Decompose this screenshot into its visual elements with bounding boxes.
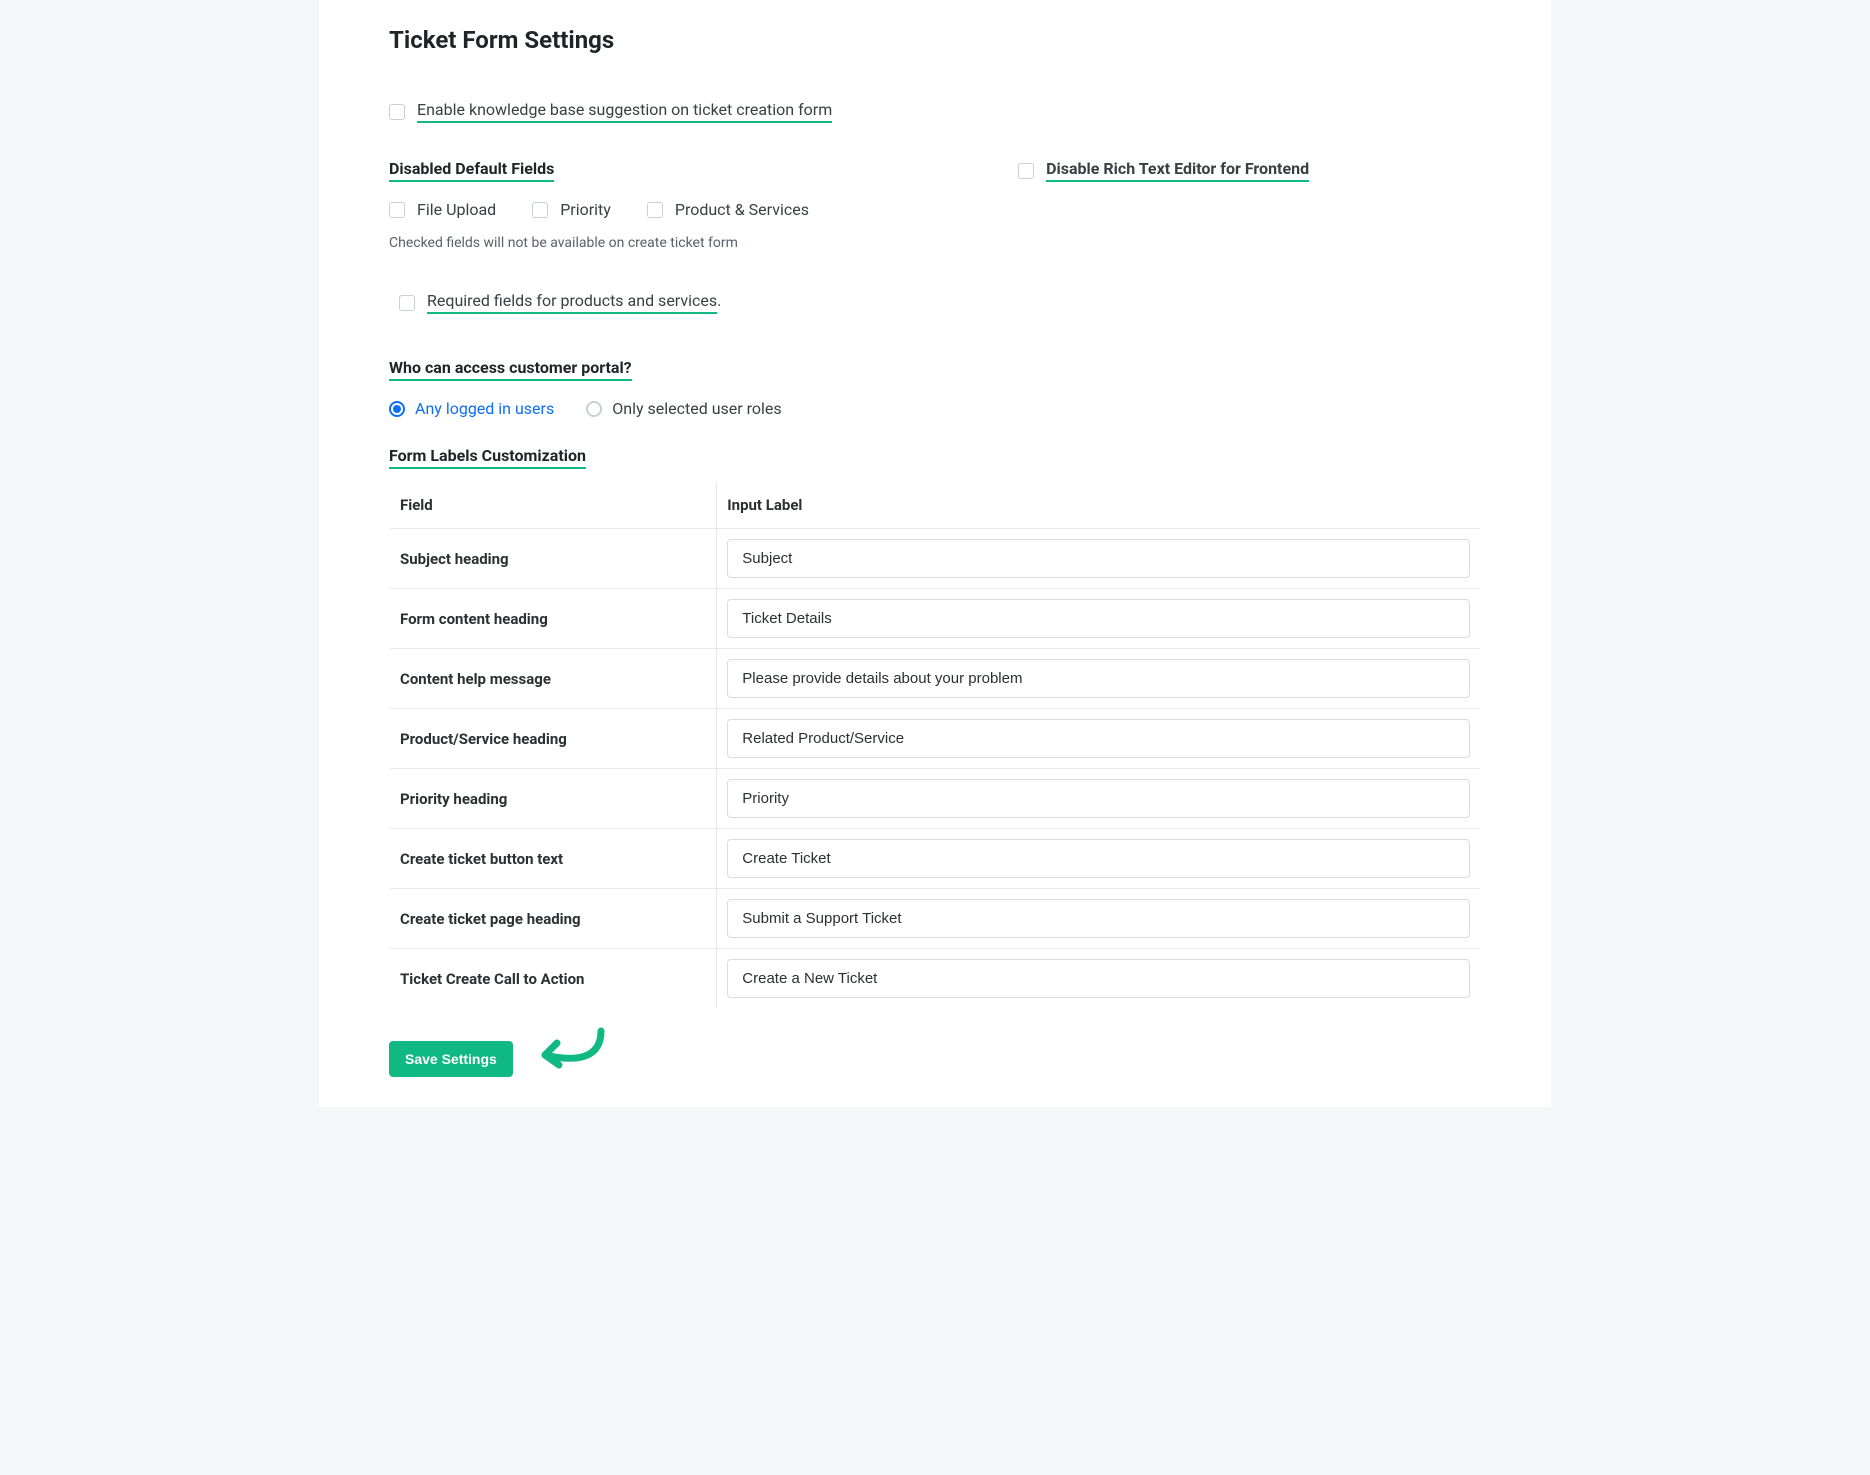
required-products-label-wrap: Required fields for products and service… [427,291,721,314]
kb-suggestion-checkbox[interactable] [389,104,405,120]
table-row: Content help message [390,649,1481,709]
disable-rte-checkbox[interactable] [1018,163,1034,179]
table-header-field: Field [390,482,717,529]
field-name-cell: Product/Service heading [390,709,717,769]
input-label-field[interactable] [727,659,1470,698]
field-name-cell: Create ticket page heading [390,889,717,949]
input-label-cell [717,949,1481,1009]
product-services-checkbox[interactable] [647,202,663,218]
table-row: Ticket Create Call to Action [390,949,1481,1009]
input-label-cell [717,529,1481,589]
kb-suggestion-row: Enable knowledge base suggestion on tick… [389,100,1481,123]
input-label-cell [717,709,1481,769]
page-title: Ticket Form Settings [389,26,1481,54]
table-row: Create ticket page heading [390,889,1481,949]
save-settings-button[interactable]: Save Settings [389,1041,513,1077]
field-name-cell: Create ticket button text [390,829,717,889]
disabled-default-fields-heading: Disabled Default Fields [389,159,978,186]
input-label-cell [717,889,1481,949]
field-name-cell: Content help message [390,649,717,709]
disabled-field-file-upload: File Upload [389,200,496,219]
required-products-suffix: . [717,291,721,310]
file-upload-label: File Upload [417,200,496,219]
radio-selected-roles[interactable] [586,401,602,417]
table-row: Priority heading [390,769,1481,829]
input-label-field[interactable] [727,959,1470,998]
disabled-fields-help: Checked fields will not be available on … [389,235,978,251]
field-name-cell: Priority heading [390,769,717,829]
priority-checkbox[interactable] [532,202,548,218]
who-access-heading: Who can access customer portal? [389,358,1481,385]
field-name-cell: Subject heading [390,529,717,589]
product-services-label: Product & Services [675,200,809,219]
table-row: Form content heading [390,589,1481,649]
disabled-field-product-services: Product & Services [647,200,809,219]
disable-rte-row: Disable Rich Text Editor for Frontend [1018,159,1481,182]
input-label-cell [717,589,1481,649]
radio-any-logged-in-label: Any logged in users [415,399,554,418]
access-option-any-logged-in[interactable]: Any logged in users [389,399,554,418]
disable-rte-label: Disable Rich Text Editor for Frontend [1046,159,1309,182]
input-label-field[interactable] [727,539,1470,578]
table-row: Subject heading [390,529,1481,589]
form-labels-heading: Form Labels Customization [389,446,1481,473]
table-header-input-label: Input Label [717,482,1481,529]
input-label-field[interactable] [727,839,1470,878]
input-label-field[interactable] [727,779,1470,818]
required-products-checkbox[interactable] [399,295,415,311]
required-products-label: Required fields for products and service… [427,291,717,314]
table-header-row: Field Input Label [390,482,1481,529]
input-label-field[interactable] [727,719,1470,758]
disabled-field-priority: Priority [532,200,611,219]
arrow-icon [523,1023,613,1077]
field-name-cell: Ticket Create Call to Action [390,949,717,1009]
file-upload-checkbox[interactable] [389,202,405,218]
field-name-cell: Form content heading [390,589,717,649]
table-row: Product/Service heading [390,709,1481,769]
input-label-field[interactable] [727,899,1470,938]
kb-suggestion-label: Enable knowledge base suggestion on tick… [417,100,832,123]
priority-label: Priority [560,200,611,219]
required-products-row: Required fields for products and service… [399,291,1481,314]
input-label-field[interactable] [727,599,1470,638]
input-label-cell [717,769,1481,829]
form-labels-table: Field Input Label Subject headingForm co… [389,481,1481,1009]
radio-any-logged-in[interactable] [389,401,405,417]
table-row: Create ticket button text [390,829,1481,889]
input-label-cell [717,649,1481,709]
radio-selected-roles-label: Only selected user roles [612,399,781,418]
access-option-selected-roles[interactable]: Only selected user roles [586,399,781,418]
input-label-cell [717,829,1481,889]
